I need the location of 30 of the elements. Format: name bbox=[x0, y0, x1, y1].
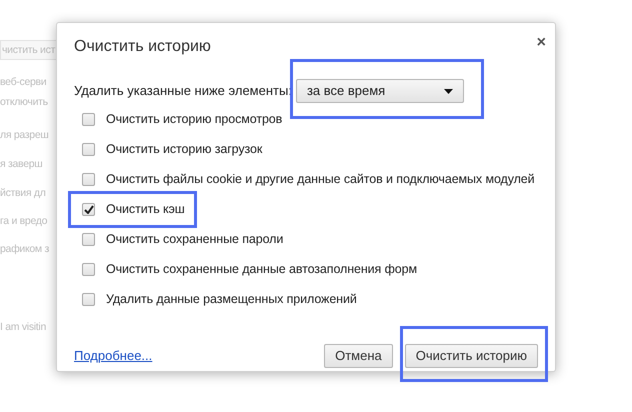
background-text: I am visitin bbox=[0, 320, 46, 335]
dropdown-caret-icon bbox=[444, 88, 453, 94]
dialog-button[interactable]: Отмена bbox=[324, 344, 393, 368]
background-text: веб-серви bbox=[0, 75, 46, 90]
close-button[interactable]: × bbox=[536, 35, 546, 51]
background-text: я заверш bbox=[0, 157, 42, 172]
checkbox[interactable] bbox=[82, 293, 95, 306]
dialog-button[interactable]: Очистить историю bbox=[404, 344, 538, 368]
background-text: рафиком з bbox=[0, 242, 49, 257]
checkbox[interactable] bbox=[82, 203, 95, 216]
checkbox[interactable] bbox=[82, 113, 95, 126]
checkbox-label: Очистить сохраненные пароли bbox=[106, 231, 284, 248]
checkbox-label: Очистить историю просмотров bbox=[106, 111, 282, 128]
checkbox-label: Очистить кэш bbox=[106, 201, 185, 218]
period-dropdown[interactable]: за все время bbox=[296, 79, 464, 103]
checkbox[interactable] bbox=[82, 173, 95, 186]
background-text: йствия дл bbox=[0, 186, 46, 201]
background-text: га и вредо bbox=[0, 214, 48, 229]
checkbox-label: Удалить данные размещенных приложений bbox=[106, 291, 357, 308]
checkbox-label: Очистить файлы cookie и другие данные сайтов и подключаемых модулей bbox=[106, 171, 535, 188]
learn-more-link[interactable]: Подробнее... bbox=[74, 346, 152, 366]
checkbox[interactable] bbox=[82, 263, 95, 276]
checkbox-label: Очистить историю загрузок bbox=[106, 141, 262, 158]
checkbox[interactable] bbox=[82, 233, 95, 246]
background-text: ля разреш bbox=[0, 128, 49, 143]
period-label: Удалить указанные ниже элементы: bbox=[74, 82, 292, 100]
checkbox[interactable] bbox=[82, 143, 95, 156]
checkbox-label: Очистить сохраненные данные автозаполнения форм bbox=[106, 261, 417, 278]
dialog-title: Очистить историю bbox=[74, 37, 211, 57]
background-text: отключить bbox=[0, 95, 48, 110]
